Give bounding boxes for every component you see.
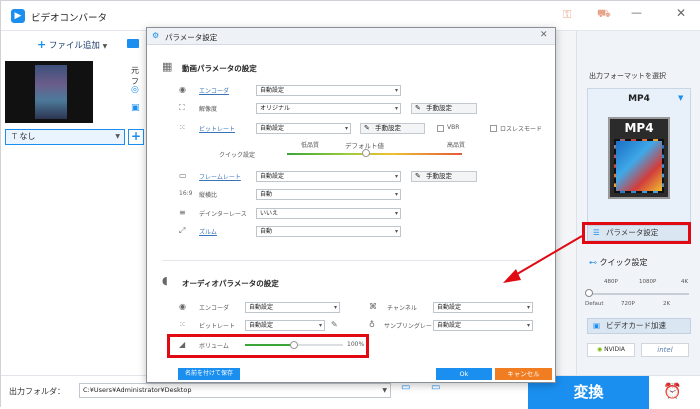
red-arrow-icon (503, 235, 583, 283)
video-converter-window: ▶ ビデオコンバータ ⚿ ⛟ — ✕ + ファイル追加 ▼ 元フ ◎ ▣ T な… (0, 0, 700, 409)
